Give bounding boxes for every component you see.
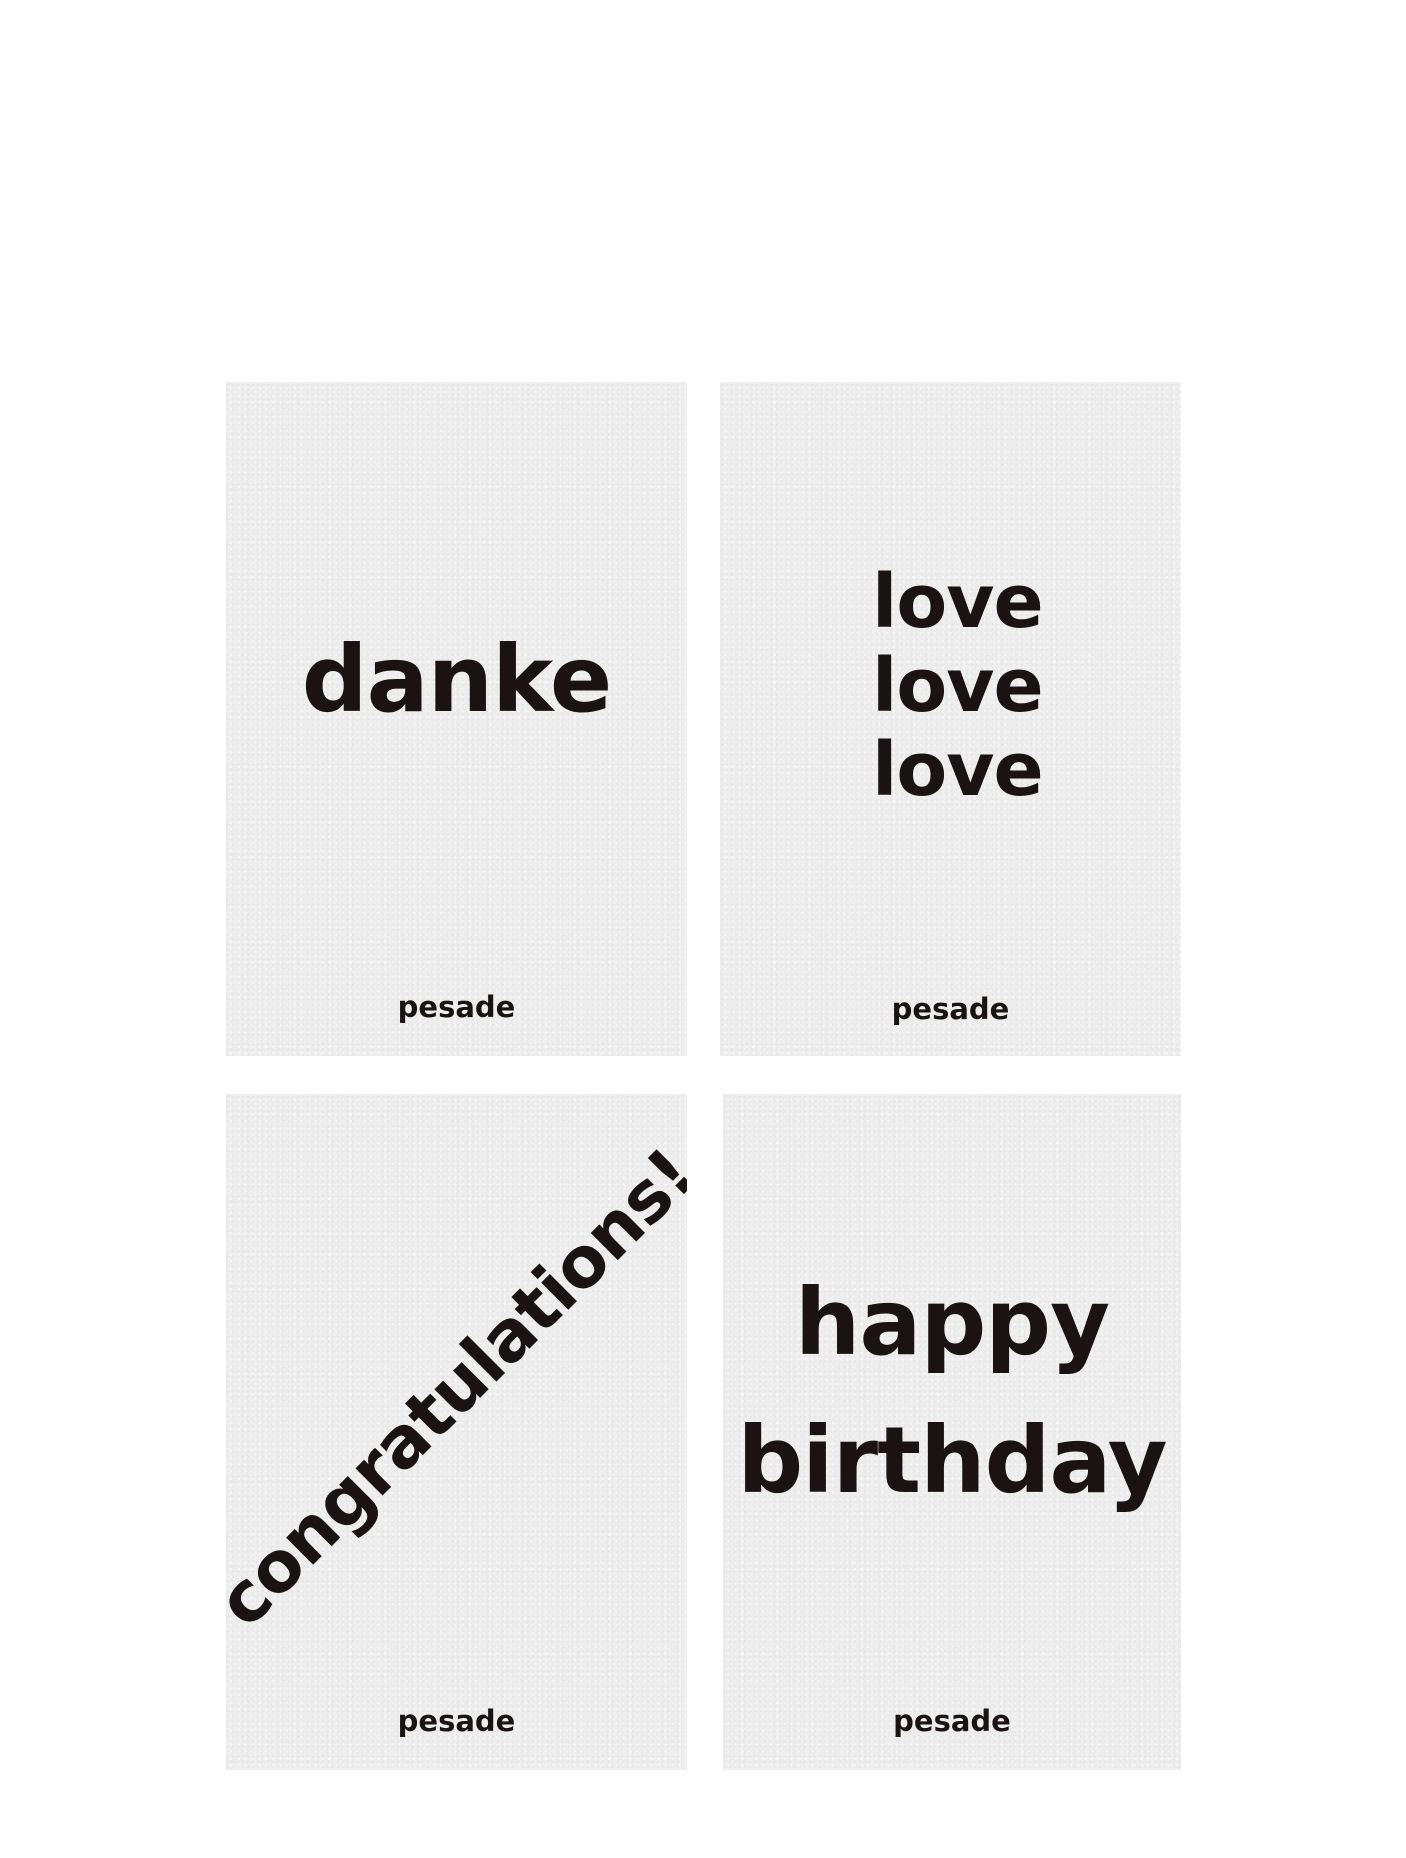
congrats-message: congratulations!: [226, 1133, 687, 1643]
birthday-card: happy birthday pesade: [723, 1094, 1181, 1770]
love-line-2: love: [872, 643, 1044, 729]
birthday-line-2: birthday: [737, 1407, 1167, 1514]
danke-message: danke: [301, 626, 613, 733]
birthday-brand: pesade: [893, 1704, 1011, 1738]
danke-card: danke pesade: [226, 382, 687, 1056]
congrats-card: congratulations! pesade: [226, 1094, 687, 1770]
love-line-1: love: [872, 559, 1044, 645]
birthday-message: happy birthday: [723, 1254, 1181, 1530]
danke-brand: pesade: [397, 990, 516, 1024]
love-message: love love love: [872, 559, 1044, 813]
congrats-brand: pesade: [397, 1704, 516, 1738]
love-card: love love love pesade: [720, 382, 1181, 1056]
love-brand: pesade: [891, 992, 1010, 1026]
love-line-3: love: [872, 727, 1044, 813]
birthday-line-1: happy: [794, 1269, 1110, 1376]
